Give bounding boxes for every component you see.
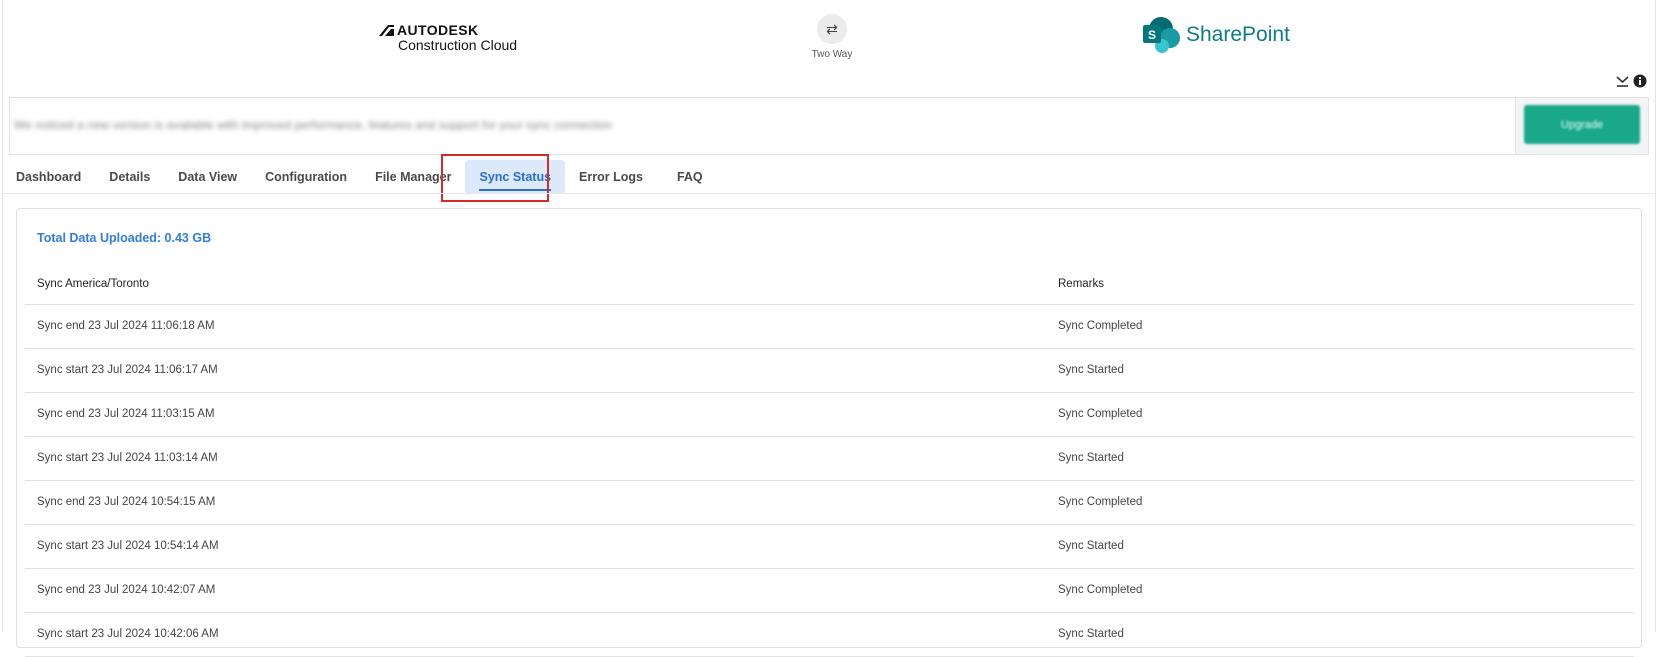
table-row: Sync start 23 Jul 2024 10:42:06 AM Sync … [25, 613, 1634, 657]
column-header-sync-time: Sync America/Toronto [37, 278, 149, 290]
upgrade-banner: We noticed a new version is available wi… [9, 97, 1649, 155]
annotation-highlight-box [441, 154, 549, 202]
sync-time-cell: Sync end 23 Jul 2024 11:06:18 AM [37, 320, 215, 332]
tab-details[interactable]: Details [95, 160, 164, 194]
sync-time-cell: Sync end 23 Jul 2024 10:54:15 AM [37, 496, 216, 508]
remark-cell: Sync Started [1058, 364, 1124, 376]
autodesk-logo: AUTODESK Construction Cloud [379, 22, 517, 53]
sync-status-panel: Total Data Uploaded: 0.43 GB Sync Americ… [16, 208, 1642, 657]
table-row: Sync end 23 Jul 2024 11:03:15 AM Sync Co… [25, 393, 1634, 437]
remark-cell: Sync Started [1058, 452, 1124, 464]
tab-faq[interactable]: FAQ [657, 160, 717, 194]
table-row: Sync start 23 Jul 2024 10:54:14 AM Sync … [25, 525, 1634, 569]
table-row: Sync end 23 Jul 2024 10:54:15 AM Sync Co… [25, 481, 1634, 525]
tab-configuration[interactable]: Configuration [251, 160, 361, 194]
top-right-icons [1615, 74, 1647, 88]
remark-cell: Sync Started [1058, 540, 1124, 552]
sharepoint-logo: S SharePoint [1143, 16, 1290, 54]
sharepoint-wordmark: SharePoint [1186, 23, 1290, 46]
autodesk-wordmark: AUTODESK [397, 22, 479, 38]
sync-time-cell: Sync start 23 Jul 2024 11:06:17 AM [37, 364, 218, 376]
banner-message: We noticed a new version is available wi… [14, 118, 613, 132]
autodesk-product-name: Construction Cloud [398, 37, 518, 53]
autodesk-mark-icon [379, 24, 394, 36]
sync-status-table: Sync end 23 Jul 2024 11:06:18 AM Sync Co… [25, 305, 1634, 657]
remark-cell: Sync Completed [1058, 584, 1143, 596]
sync-time-cell: Sync end 23 Jul 2024 10:42:07 AM [37, 584, 216, 596]
table-row: Sync end 23 Jul 2024 10:42:07 AM Sync Co… [25, 569, 1634, 613]
table-row: Sync start 23 Jul 2024 11:06:17 AM Sync … [25, 349, 1634, 393]
remark-cell: Sync Started [1058, 628, 1124, 640]
tab-file-manager[interactable]: File Manager [361, 160, 451, 194]
banner-action-area: Upgrade [1515, 98, 1648, 154]
tab-dashboard[interactable]: Dashboard [16, 160, 95, 194]
sync-direction[interactable]: ⇄ Two Way [805, 14, 859, 60]
collapse-icon[interactable] [1615, 74, 1629, 88]
swap-arrows-icon[interactable]: ⇄ [817, 14, 847, 44]
upgrade-button[interactable]: Upgrade [1524, 105, 1640, 144]
info-icon[interactable] [1633, 74, 1647, 88]
sync-time-cell: Sync start 23 Jul 2024 10:54:14 AM [37, 540, 219, 552]
tab-data-view[interactable]: Data View [164, 160, 251, 194]
sync-time-cell: Sync start 23 Jul 2024 11:03:14 AM [37, 452, 218, 464]
column-header-remarks: Remarks [1058, 278, 1105, 290]
sharepoint-icon: S [1143, 17, 1180, 53]
remark-cell: Sync Completed [1058, 408, 1143, 420]
tab-error-logs[interactable]: Error Logs [579, 160, 657, 194]
main-tabs: Dashboard Details Data View Configuratio… [16, 160, 717, 194]
remark-cell: Sync Completed [1058, 496, 1143, 508]
sync-direction-label: Two Way [811, 49, 853, 60]
remark-cell: Sync Completed [1058, 320, 1143, 332]
table-row: Sync end 23 Jul 2024 11:06:18 AM Sync Co… [25, 305, 1634, 349]
sync-time-cell: Sync start 23 Jul 2024 10:42:06 AM [37, 628, 219, 640]
svg-text:S: S [1148, 28, 1156, 42]
sync-time-cell: Sync end 23 Jul 2024 11:03:15 AM [37, 408, 215, 420]
tabs-divider [3, 193, 1653, 194]
table-row: Sync start 23 Jul 2024 11:03:14 AM Sync … [25, 437, 1634, 481]
table-header: Sync America/Toronto Remarks [25, 265, 1634, 305]
total-data-uploaded: Total Data Uploaded: 0.43 GB [37, 231, 212, 245]
